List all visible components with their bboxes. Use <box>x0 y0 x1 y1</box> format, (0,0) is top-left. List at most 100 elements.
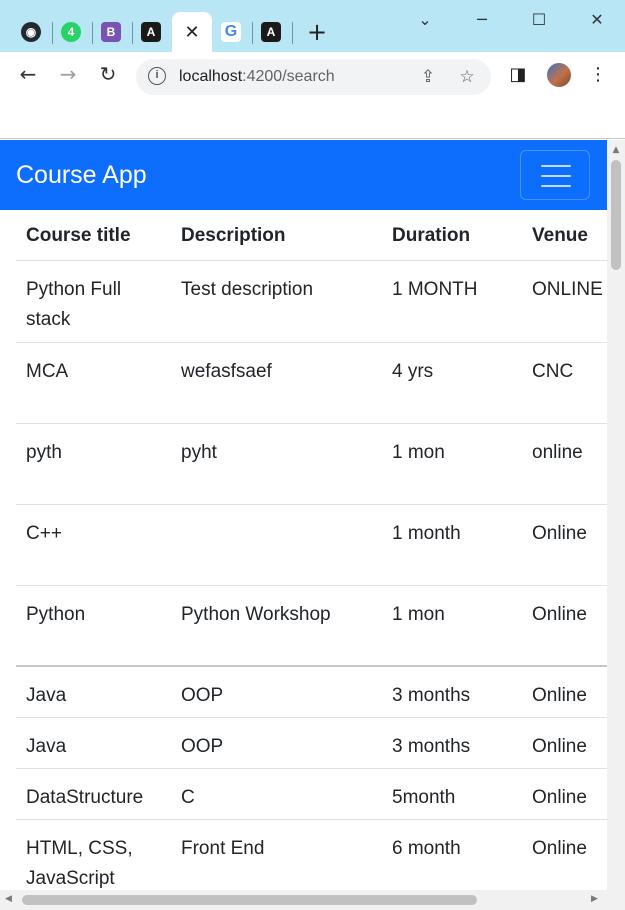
cell-description: pyht <box>171 423 382 505</box>
browser-toolbar: ← → ↻ i localhost:4200/search ⇪ ☆ ◨ ⋮ <box>0 52 625 102</box>
vertical-scroll-thumb[interactable] <box>611 160 621 270</box>
cell-duration: 3 months <box>382 717 522 769</box>
table-row: Java OOP 3 months Online <box>16 666 607 718</box>
cell-description: wefasfsaef <box>171 342 382 424</box>
hamburger-icon <box>541 175 571 177</box>
cell-title: pyth <box>16 423 171 505</box>
tab-angular[interactable]: A <box>131 12 171 52</box>
whatsapp-icon: 4 <box>61 22 81 42</box>
table-row: Java OOP 3 months Online <box>16 717 607 769</box>
navbar-toggler-button[interactable] <box>520 150 590 200</box>
table-row: C++ 1 month Online <box>16 504 607 586</box>
avatar[interactable] <box>547 63 571 87</box>
table-row: MCA wefasfsaef 4 yrs CNC <box>16 342 607 424</box>
column-header-venue: Venue <box>522 210 607 261</box>
app-navbar: Course App <box>0 140 607 210</box>
cell-title: MCA <box>16 342 171 424</box>
reload-icon[interactable]: ↻ <box>93 62 123 92</box>
cell-venue: Online <box>522 819 607 890</box>
cell-duration: 6 month <box>382 819 522 890</box>
table-row: pyth pyht 1 mon online <box>16 423 607 505</box>
cell-title: Java <box>16 717 171 769</box>
horizontal-scroll-thumb[interactable] <box>22 895 477 905</box>
toolbar-spacer <box>0 102 625 139</box>
tab-github[interactable]: ◉ <box>11 12 51 52</box>
cell-title: Java <box>16 666 171 718</box>
tab-angular-2[interactable]: A <box>251 12 291 52</box>
table-row: Python Python Workshop 1 mon Online <box>16 585 607 667</box>
address-bar[interactable]: i localhost:4200/search ⇪ ☆ <box>136 59 491 95</box>
cell-venue: ONLINE <box>522 260 607 343</box>
cell-description: C <box>171 768 382 820</box>
page-viewport: Course App Course title Description Dura… <box>0 140 607 890</box>
angular-icon: A <box>261 22 281 42</box>
maximize-icon[interactable]: ☐ <box>527 8 551 32</box>
scroll-up-icon[interactable]: ▲ <box>611 145 621 155</box>
vertical-scrollbar[interactable]: ▲ <box>607 140 625 890</box>
cell-venue: CNC <box>522 342 607 424</box>
cell-venue: online <box>522 423 607 505</box>
tab-active[interactable]: ✕ <box>172 12 212 52</box>
table-row: HTML, CSS, JavaScript Front End 6 month … <box>16 819 607 890</box>
close-window-icon[interactable]: ✕ <box>585 8 609 32</box>
cell-title: Python Full stack <box>16 260 171 343</box>
tab-strip: ◉ 4 B A ✕ G A + ⌄ ─ ☐ ✕ <box>0 0 625 52</box>
tab-separator <box>292 22 293 44</box>
share-icon[interactable]: ⇪ <box>418 67 438 87</box>
cell-duration: 1 mon <box>382 585 522 667</box>
cell-title: C++ <box>16 504 171 586</box>
url-text[interactable]: localhost:4200/search <box>179 68 335 86</box>
side-panel-icon[interactable]: ◨ <box>505 64 531 90</box>
cell-description: Test description <box>171 260 382 343</box>
cell-duration: 1 MONTH <box>382 260 522 343</box>
minimize-icon[interactable]: ─ <box>470 8 494 32</box>
table-row: Python Full stack Test description 1 MON… <box>16 260 607 343</box>
table-row: DataStructure C 5month Online <box>16 768 607 820</box>
cell-duration: 1 month <box>382 504 522 586</box>
cell-venue: Online <box>522 504 607 586</box>
cell-title: DataStructure <box>16 768 171 820</box>
cell-description: OOP <box>171 717 382 769</box>
cell-duration: 5month <box>382 768 522 820</box>
forward-icon[interactable]: → <box>53 62 83 92</box>
column-header-duration: Duration <box>382 210 522 261</box>
cell-venue: Online <box>522 666 607 718</box>
tab-bootstrap[interactable]: B <box>91 12 131 52</box>
google-icon: G <box>221 22 241 42</box>
url-path: :4200/search <box>242 68 335 85</box>
url-host: localhost <box>179 68 243 85</box>
bootstrap-icon: B <box>101 22 121 42</box>
hamburger-icon <box>541 165 571 167</box>
cell-duration: 4 yrs <box>382 342 522 424</box>
horizontal-scrollbar[interactable]: ◀ ▶ <box>0 890 625 910</box>
cell-duration: 1 mon <box>382 423 522 505</box>
menu-kebab-icon[interactable]: ⋮ <box>585 64 611 90</box>
cell-venue: Online <box>522 768 607 820</box>
github-icon: ◉ <box>21 22 41 42</box>
course-table: Course title Description Duration Venue … <box>16 210 607 890</box>
angular-icon: A <box>141 22 161 42</box>
hamburger-icon <box>541 185 571 187</box>
scroll-right-icon[interactable]: ▶ <box>591 894 598 904</box>
site-info-icon[interactable]: i <box>148 67 166 85</box>
close-tab-icon[interactable]: ✕ <box>184 22 199 43</box>
cell-description <box>171 504 382 586</box>
cell-description: OOP <box>171 666 382 718</box>
cell-description: Python Workshop <box>171 585 382 667</box>
bookmark-star-icon[interactable]: ☆ <box>457 67 477 87</box>
tab-search-icon[interactable]: ⌄ <box>413 8 437 32</box>
cell-title: Python <box>16 585 171 667</box>
cell-duration: 3 months <box>382 666 522 718</box>
column-header-description: Description <box>171 210 382 261</box>
cell-venue: Online <box>522 585 607 667</box>
new-tab-button[interactable]: + <box>304 20 330 46</box>
cell-description: Front End <box>171 819 382 890</box>
table-header-row: Course title Description Duration Venue <box>16 210 607 261</box>
cell-title: HTML, CSS, JavaScript <box>16 819 171 890</box>
tab-google[interactable]: G <box>211 12 251 52</box>
scroll-left-icon[interactable]: ◀ <box>5 894 12 904</box>
column-header-title: Course title <box>16 210 171 261</box>
tab-whatsapp[interactable]: 4 <box>51 12 91 52</box>
navbar-brand[interactable]: Course App <box>16 161 147 190</box>
back-icon[interactable]: ← <box>13 62 43 92</box>
